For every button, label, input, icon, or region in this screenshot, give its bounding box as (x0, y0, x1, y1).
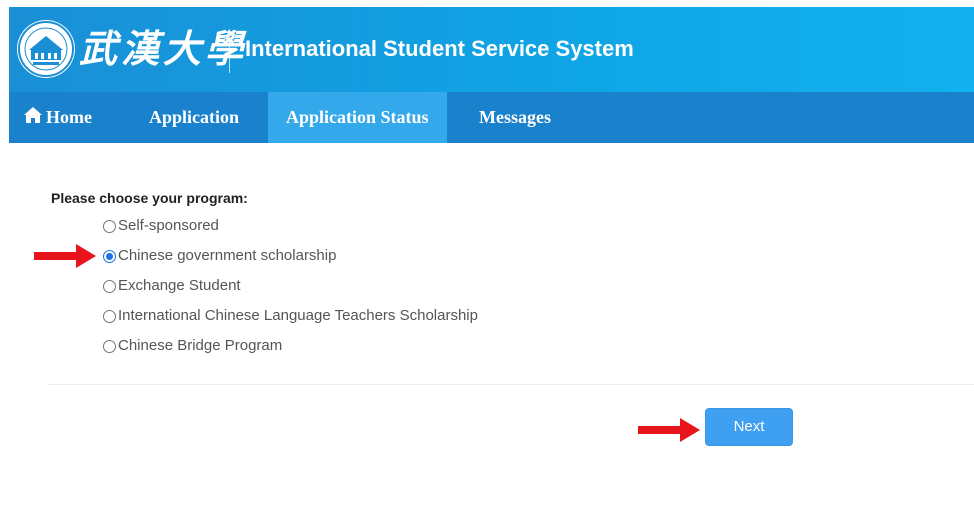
program-option-label: Chinese government scholarship (118, 247, 337, 264)
home-icon (24, 92, 42, 143)
nav-application-status[interactable]: Application Status (268, 92, 447, 143)
program-option-label: Chinese Bridge Program (118, 337, 283, 354)
nav-home-label: Home (46, 107, 92, 127)
program-option[interactable]: International Chinese Language Teachers … (103, 305, 478, 335)
program-option[interactable]: Chinese Bridge Program (103, 335, 478, 365)
nav-messages[interactable]: Messages (464, 92, 566, 143)
nav-application[interactable]: Application (134, 92, 254, 143)
program-option-label: Exchange Student (118, 277, 241, 294)
program-option[interactable]: Self-sponsored (103, 215, 478, 245)
radio-button-selected[interactable] (103, 250, 116, 263)
annotation-arrow-scholarship (34, 244, 96, 268)
program-option[interactable]: Exchange Student (103, 275, 478, 305)
annotation-arrow-next (638, 418, 700, 442)
university-name-calligraphy: 武漢大學 (79, 26, 248, 71)
header-divider (229, 29, 230, 73)
program-option[interactable]: Chinese government scholarship (103, 245, 478, 275)
main-navbar: Home Application Application Status Mess… (9, 92, 974, 143)
program-options: Self-sponsored Chinese government schola… (103, 215, 478, 365)
header-banner: 武漢大學 International Student Service Syste… (9, 7, 974, 92)
form-divider (48, 384, 974, 385)
program-option-label: Self-sponsored (118, 217, 219, 234)
radio-button[interactable] (103, 340, 116, 353)
program-option-label: International Chinese Language Teachers … (118, 307, 478, 324)
radio-button[interactable] (103, 220, 116, 233)
radio-button[interactable] (103, 310, 116, 323)
program-prompt: Please choose your program: (51, 190, 248, 206)
radio-button[interactable] (103, 280, 116, 293)
next-button[interactable]: Next (705, 408, 793, 446)
university-seal-logo (17, 20, 75, 78)
nav-home[interactable]: Home (24, 92, 92, 143)
system-title: International Student Service System (245, 36, 634, 61)
